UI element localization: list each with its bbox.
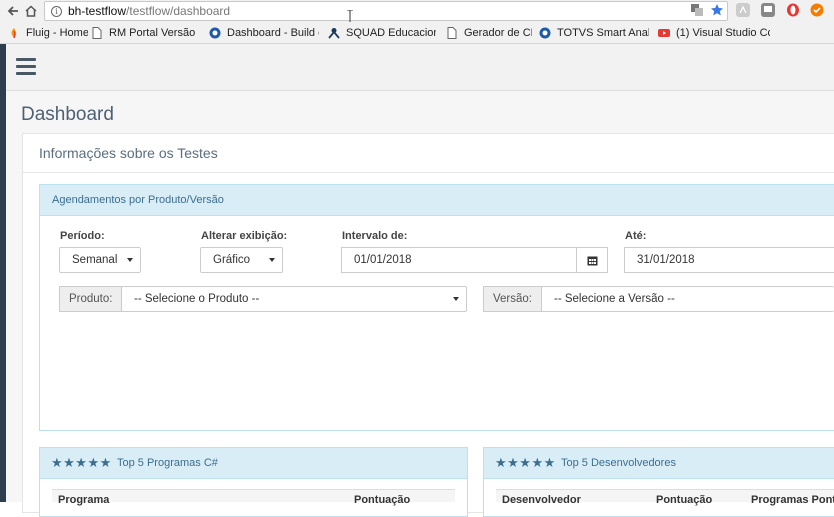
rating-stars-icon: ★★★★★ (495, 455, 556, 470)
url-host: bh-testflow (68, 4, 127, 18)
bookmark-visual-studio[interactable]: (1) Visual Studio Com (658, 26, 770, 40)
top-programs-title: Top 5 Programas C# (117, 457, 218, 469)
back-arrow-icon[interactable] (4, 2, 22, 20)
bookmark-gerador-cpf[interactable]: Gerador de CPF (446, 26, 532, 40)
bookmark-fluig[interactable]: Fluig - Home (8, 26, 88, 40)
squad-favicon-icon (328, 28, 340, 39)
browser-toolbar: i bh-testflow/testflow/dashboard (0, 0, 834, 22)
produto-addon: Produto: (59, 286, 122, 312)
start-date-input[interactable]: 01/01/2018 (341, 247, 577, 273)
address-bar[interactable]: i bh-testflow/testflow/dashboard (44, 1, 728, 21)
periodo-select[interactable]: Semanal (59, 247, 141, 273)
bookmarks-bar: Fluig - Home RM Portal Versão 11. Dashbo… (0, 22, 834, 44)
youtube-favicon-icon (658, 29, 670, 37)
opera-extension-icon[interactable] (786, 3, 800, 17)
chevron-down-icon (127, 258, 133, 262)
site-info-icon[interactable]: i (51, 5, 62, 17)
bookmark-star-icon[interactable] (710, 3, 724, 17)
column-header[interactable]: Programas Ponta (751, 494, 834, 506)
end-date-input[interactable]: 31/01/2018 (624, 247, 834, 273)
column-header[interactable]: Pontuação (354, 494, 410, 506)
app-topbar (6, 44, 834, 91)
column-header[interactable]: Programa (58, 494, 109, 506)
periodo-label: Período: (60, 230, 105, 242)
totvs-favicon-icon (539, 27, 551, 39)
fluig-favicon-icon (11, 28, 17, 39)
produto-select[interactable]: -- Selecione o Produto -- (121, 286, 467, 312)
page-title: Dashboard (21, 104, 114, 125)
column-header[interactable]: Desenvolvedor (502, 494, 581, 506)
translate-icon[interactable] (690, 3, 704, 17)
bookmark-squad-educacional[interactable]: SQUAD Educacional · (328, 26, 436, 40)
rating-stars-icon: ★★★★★ (51, 455, 112, 470)
tfs-favicon-icon (209, 27, 221, 39)
top-programs-header: ★★★★★ Top 5 Programas C# (40, 448, 467, 479)
menu-hamburger-icon[interactable] (16, 58, 36, 76)
exibicao-label: Alterar exibição: (201, 230, 288, 242)
bookmark-totvs-smart-analytics[interactable]: TOTVS Smart Analytic (539, 26, 649, 40)
schedules-panel-header: Agendamentos por Produto/Versão (40, 185, 834, 216)
calendar-button[interactable] (576, 247, 608, 273)
top-devs-title: Top 5 Desenvolvedores (561, 457, 676, 469)
schedules-panel-title: Agendamentos por Produto/Versão (52, 194, 224, 206)
calendar-icon (587, 256, 597, 265)
chevron-down-icon (269, 258, 275, 262)
url-path: /testflow/dashboard (126, 4, 231, 18)
chevron-down-icon (453, 297, 459, 301)
checkmark-extension-icon[interactable] (810, 3, 824, 17)
column-header[interactable]: Pontuação (656, 494, 712, 506)
bookmark-dashboard-build[interactable]: Dashboard - Build co (209, 26, 319, 40)
page-icon (92, 27, 102, 39)
home-icon[interactable] (22, 2, 40, 20)
versao-select[interactable]: -- Selecione a Versão -- (541, 286, 834, 312)
card-divider (23, 172, 834, 173)
chat-extension-icon[interactable] (761, 3, 775, 17)
page-icon (447, 27, 457, 39)
bookmark-rm-portal[interactable]: RM Portal Versão 11. (91, 26, 199, 40)
ate-label: Até: (625, 230, 647, 242)
top-devs-header: ★★★★★ Top 5 Desenvolvedores (484, 448, 834, 479)
card-title: Informações sobre os Testes (39, 145, 218, 161)
pdf-extension-icon[interactable] (736, 3, 750, 17)
exibicao-select[interactable]: Gráfico (200, 247, 283, 273)
versao-addon: Versão: (483, 286, 542, 312)
intervalo-label: Intervalo de: (342, 230, 408, 242)
